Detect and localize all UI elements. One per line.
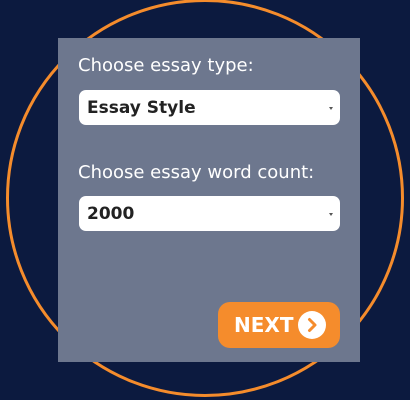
- chevron-down-icon: [329, 212, 333, 216]
- next-button[interactable]: NEXT: [218, 302, 340, 348]
- next-button-label: NEXT: [234, 313, 294, 337]
- essay-type-select[interactable]: Essay Style: [79, 90, 340, 125]
- word-count-value: 2000: [87, 203, 135, 224]
- essay-type-label: Choose essay type:: [78, 55, 254, 76]
- chevron-right-circle-icon: [298, 311, 327, 339]
- chevron-down-icon: [329, 106, 333, 110]
- word-count-select[interactable]: 2000: [79, 196, 340, 231]
- essay-type-value: Essay Style: [87, 97, 196, 118]
- word-count-label: Choose essay word count:: [78, 162, 315, 183]
